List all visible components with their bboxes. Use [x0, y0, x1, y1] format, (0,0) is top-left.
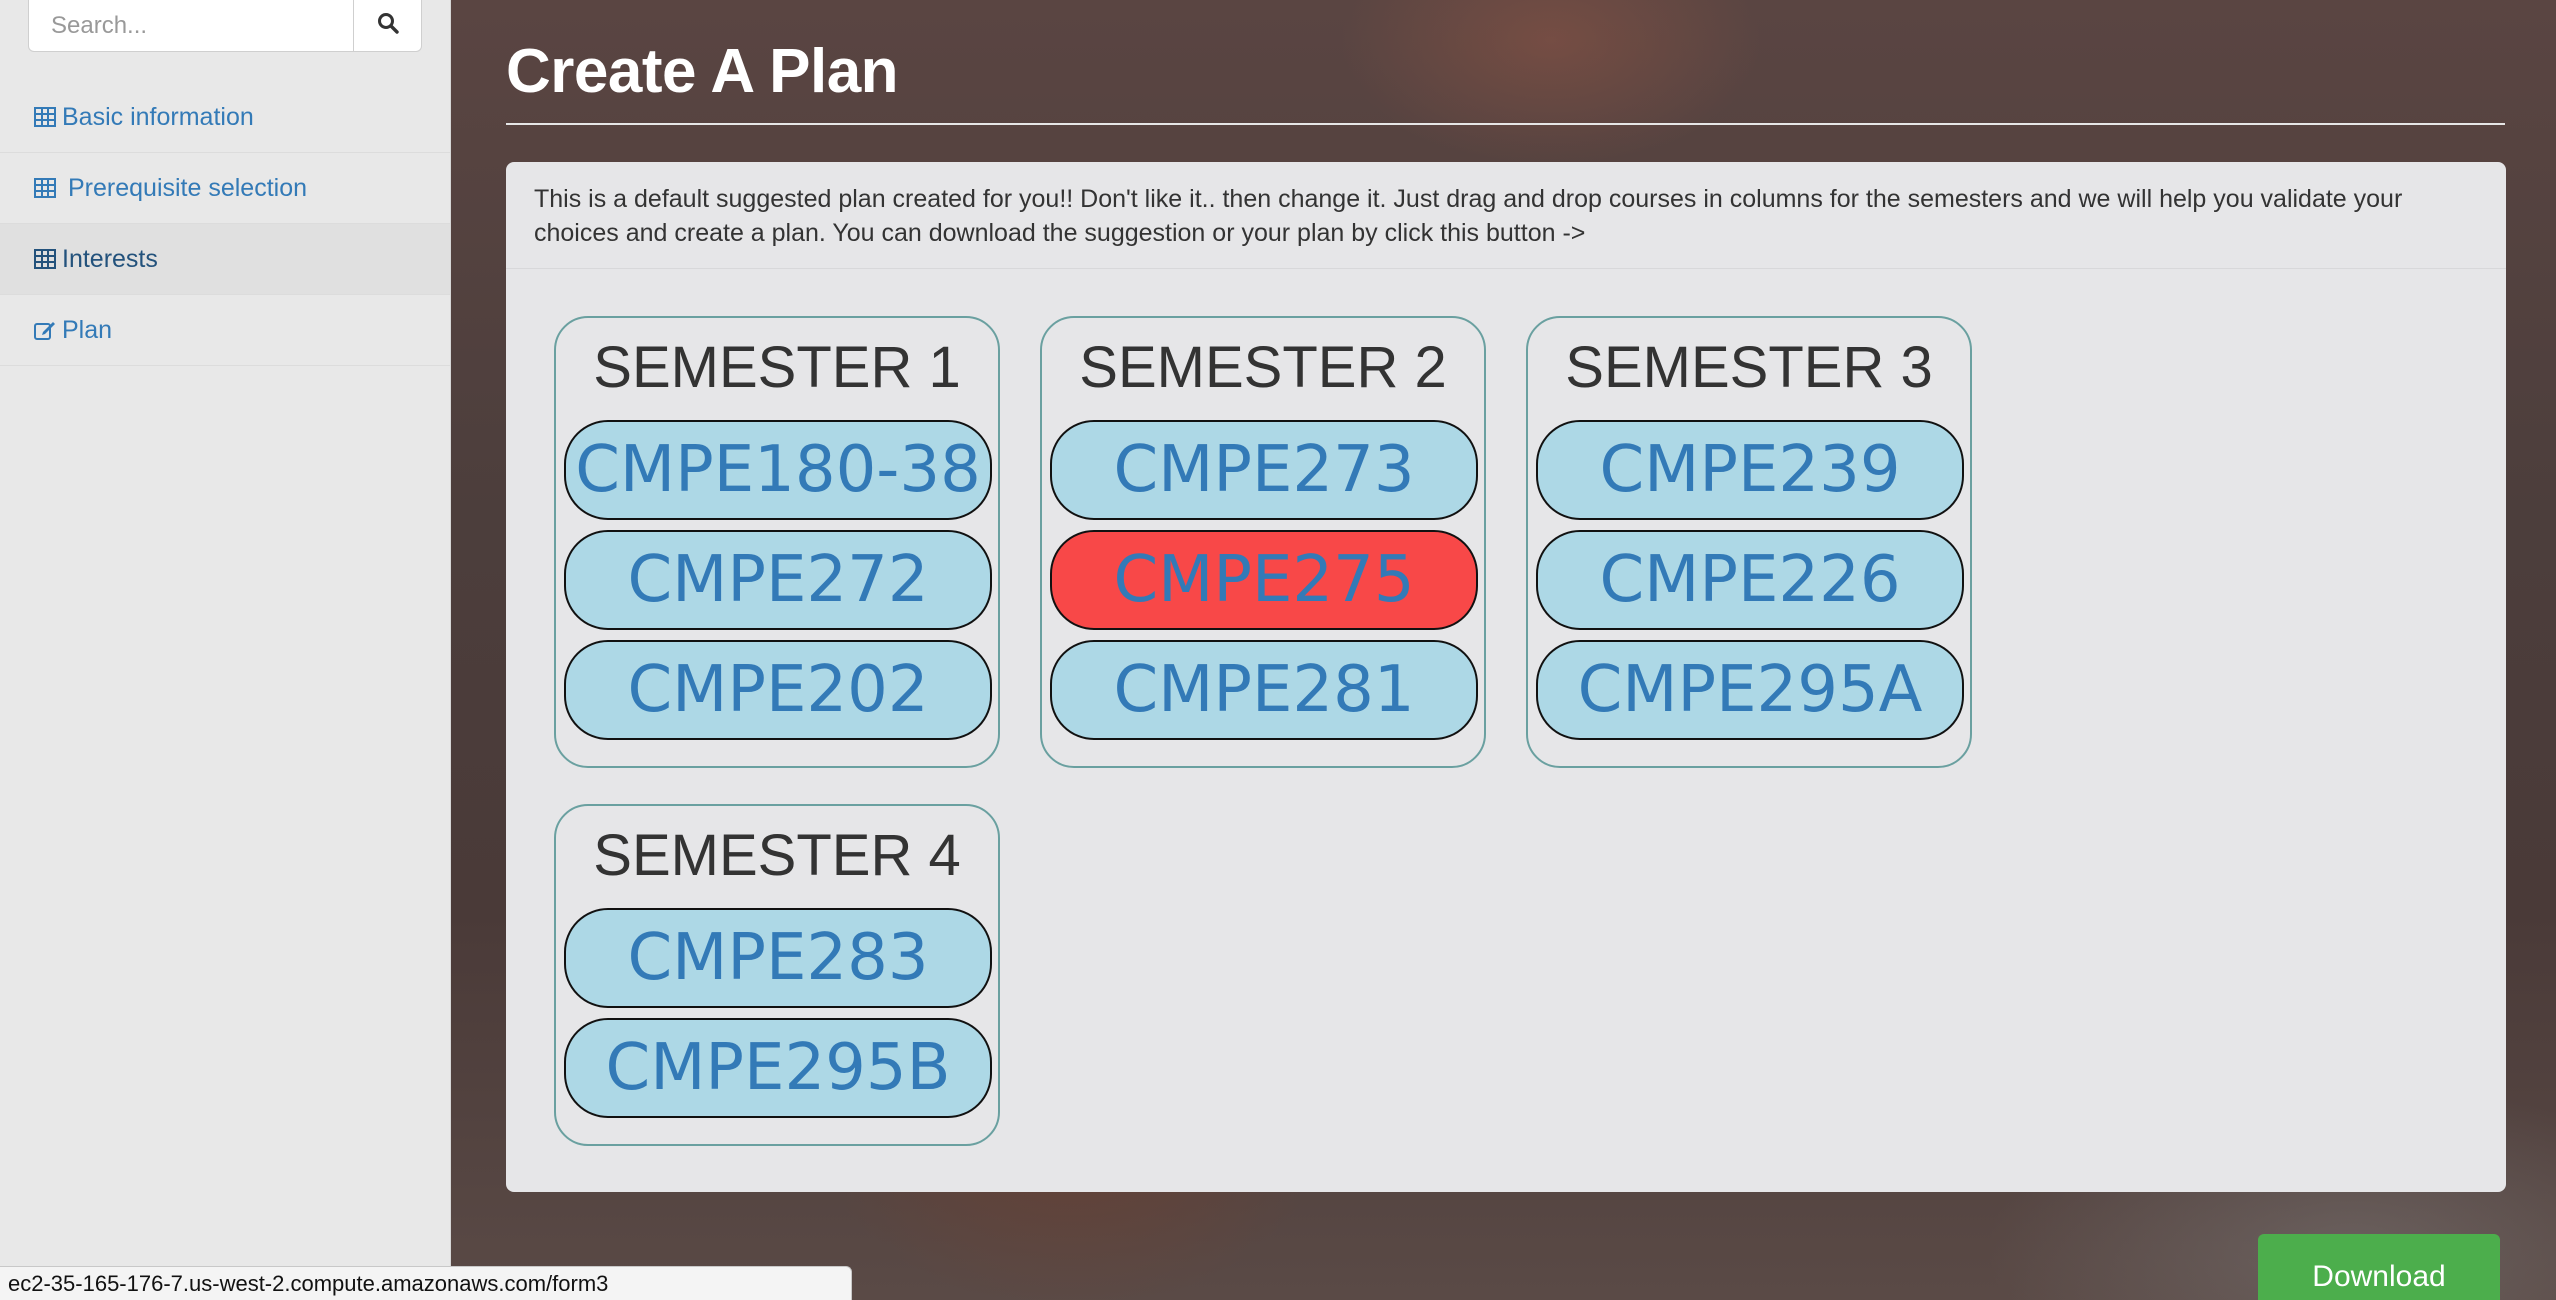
course-card[interactable]: CMPE295B	[564, 1018, 992, 1118]
course-card[interactable]: CMPE272	[564, 530, 992, 630]
semester-column-1[interactable]: SEMESTER 1 CMPE180-38 CMPE272 CMPE202	[554, 316, 1000, 768]
sidebar-item-basic-information[interactable]: Basic information	[0, 82, 450, 153]
sidebar-item-prerequisite-selection[interactable]: Prerequisite selection	[0, 153, 450, 224]
sidebar-item-label: Plan	[62, 315, 113, 344]
semester-column-3[interactable]: SEMESTER 3 CMPE239 CMPE226 CMPE295A	[1526, 316, 1972, 768]
search-input[interactable]	[28, 0, 354, 52]
app-root: Basic information Prerequisite selection…	[0, 0, 2556, 1300]
search-bar	[28, 0, 422, 52]
sidebar-nav: Basic information Prerequisite selection…	[0, 82, 450, 366]
plan-description: This is a default suggested plan created…	[534, 185, 2403, 247]
panel-divider	[506, 268, 2506, 269]
sidebar-item-label: Basic information	[62, 102, 254, 131]
course-card[interactable]: CMPE281	[1050, 640, 1478, 740]
sidebar: Basic information Prerequisite selection…	[0, 0, 451, 1300]
search-button[interactable]	[354, 0, 422, 52]
table-icon	[32, 104, 58, 130]
download-button[interactable]: Download	[2258, 1234, 2500, 1300]
semester-title: SEMESTER 3	[1565, 335, 1933, 400]
plan-panel: This is a default suggested plan created…	[506, 162, 2506, 1192]
course-card[interactable]: CMPE283	[564, 908, 992, 1008]
semester-title: SEMESTER 1	[593, 335, 961, 400]
course-card[interactable]: CMPE273	[1050, 420, 1478, 520]
table-icon	[32, 246, 58, 272]
sidebar-item-plan[interactable]: Plan	[0, 295, 450, 366]
semester-title: SEMESTER 2	[1079, 335, 1447, 400]
page-title: Create A Plan	[506, 37, 899, 106]
browser-status-bar: ec2-35-165-176-7.us-west-2.compute.amazo…	[0, 1266, 852, 1300]
course-card-conflict[interactable]: CMPE275	[1050, 530, 1478, 630]
course-card[interactable]: CMPE226	[1536, 530, 1964, 630]
course-card[interactable]: CMPE180-38	[564, 420, 992, 520]
edit-icon	[32, 317, 58, 343]
table-icon	[32, 175, 58, 201]
course-card[interactable]: CMPE239	[1536, 420, 1964, 520]
sidebar-item-interests[interactable]: Interests	[0, 224, 450, 295]
sidebar-item-label: Interests	[62, 244, 158, 273]
title-divider	[506, 123, 2505, 125]
search-icon	[377, 12, 399, 39]
course-card[interactable]: CMPE202	[564, 640, 992, 740]
course-card[interactable]: CMPE295A	[1536, 640, 1964, 740]
semester-column-2[interactable]: SEMESTER 2 CMPE273 CMPE275 CMPE281	[1040, 316, 1486, 768]
semester-title: SEMESTER 4	[593, 823, 961, 888]
semester-column-4[interactable]: SEMESTER 4 CMPE283 CMPE295B	[554, 804, 1000, 1146]
sidebar-item-label: Prerequisite selection	[68, 173, 308, 202]
